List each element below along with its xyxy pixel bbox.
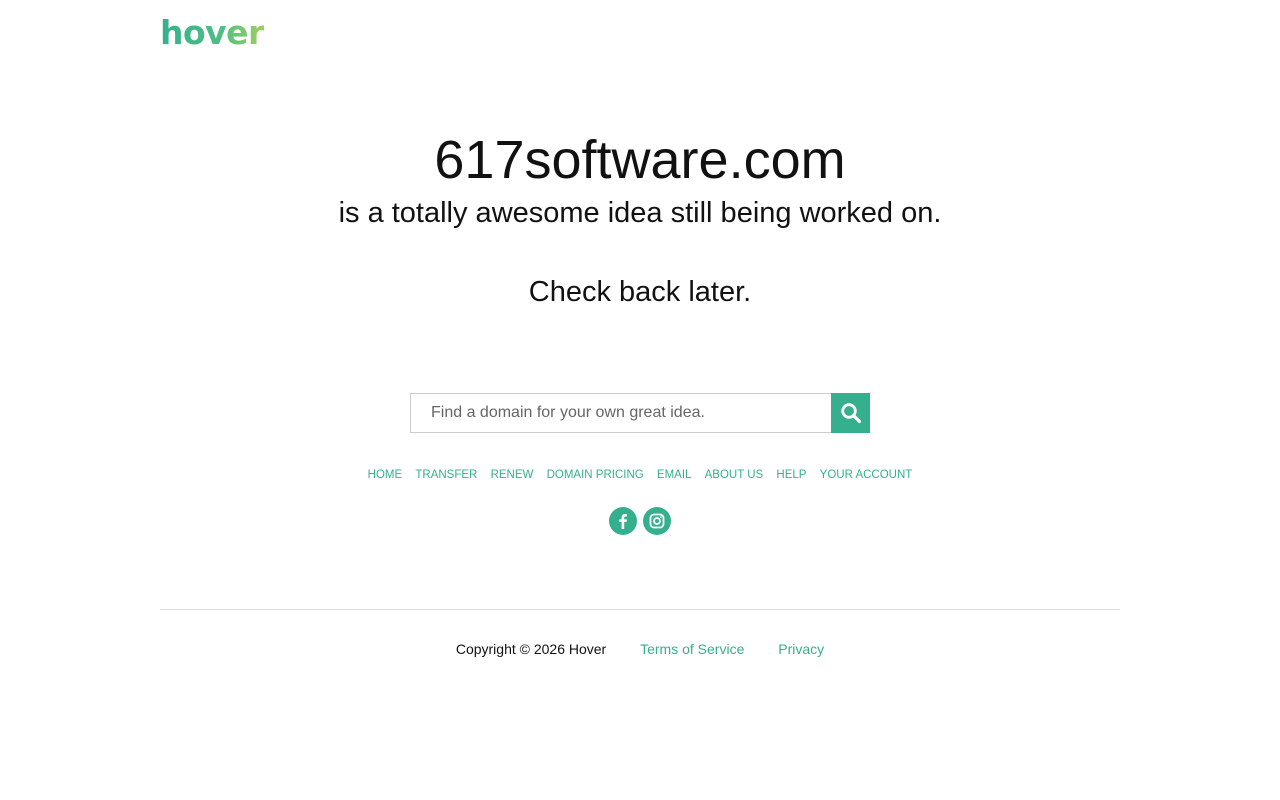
footer: Copyright © 2026 Hover Terms of Service …	[0, 641, 1280, 657]
privacy-link[interactable]: Privacy	[778, 641, 824, 657]
check-back-text: Check back later.	[528, 276, 752, 308]
social-links	[0, 507, 1280, 535]
page: hover 617software.com is a totally aweso…	[0, 0, 1280, 800]
instagram-icon	[649, 513, 665, 529]
nav-about-us-link[interactable]: ABOUT US	[705, 469, 764, 481]
search-button[interactable]	[831, 393, 870, 433]
nav-renew-link[interactable]: RENEW	[491, 469, 534, 481]
terms-of-service-link[interactable]: Terms of Service	[640, 641, 744, 657]
tagline: is a totally awesome idea still being wo…	[338, 197, 942, 229]
domain-search-input[interactable]	[410, 393, 831, 433]
copyright-text: Copyright © 2026 Hover	[455, 641, 607, 657]
nav-domain-pricing-link[interactable]: DOMAIN PRICING	[547, 469, 644, 481]
domain-title: 617software.com	[434, 130, 846, 190]
nav-email-link[interactable]: EMAIL	[657, 469, 692, 481]
facebook-link[interactable]	[609, 507, 637, 535]
nav-transfer-link[interactable]: TRANSFER	[415, 469, 477, 481]
facebook-icon	[619, 514, 627, 529]
nav-your-account-link[interactable]: YOUR ACCOUNT	[820, 469, 913, 481]
footer-nav: HOME TRANSFER RENEW DOMAIN PRICING EMAIL…	[0, 467, 1280, 483]
hover-logo[interactable]: hover	[160, 13, 264, 53]
domain-search-form	[410, 393, 870, 433]
search-icon	[840, 403, 861, 424]
footer-divider	[160, 609, 1120, 610]
nav-help-link[interactable]: HELP	[776, 469, 806, 481]
nav-home-link[interactable]: HOME	[368, 469, 403, 481]
instagram-link[interactable]	[643, 507, 671, 535]
